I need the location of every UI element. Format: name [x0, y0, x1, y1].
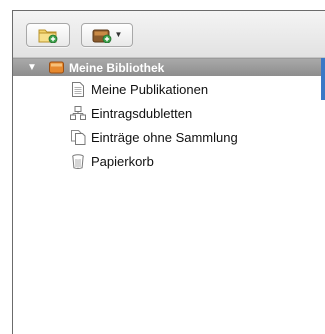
new-collection-button[interactable] [26, 23, 70, 47]
tree-item-trash[interactable]: Papierkorb [70, 152, 154, 170]
scroll-indicator [321, 58, 325, 100]
new-library-button[interactable]: ▼ [81, 23, 133, 47]
tree-item-unfiled[interactable]: Einträge ohne Sammlung [70, 128, 238, 146]
document-icon [70, 81, 86, 97]
collection-tree: ▼ Meine Bibliothek Meine Publikationen E… [13, 58, 325, 334]
duplicates-icon [70, 106, 86, 120]
tree-item-label: Meine Publikationen [91, 81, 209, 97]
new-collection-icon [38, 27, 58, 43]
collections-toolbar: ▼ [13, 11, 325, 58]
tree-item-label: Papierkorb [91, 153, 154, 169]
tree-item-label: Eintragsdubletten [91, 105, 193, 121]
library-icon [49, 61, 64, 74]
chevron-down-icon: ▼ [114, 30, 123, 39]
disclosure-triangle-icon[interactable]: ▼ [27, 62, 37, 73]
collections-pane: ▼ ▼ Meine Bibliothek Meine Publikationen [0, 0, 325, 334]
unfiled-icon [70, 129, 86, 145]
tree-item-duplicates[interactable]: Eintragsdubletten [70, 104, 192, 122]
library-label: Meine Bibliothek [69, 60, 165, 75]
tree-item-my-publications[interactable]: Meine Publikationen [70, 80, 208, 98]
tree-item-label: Einträge ohne Sammlung [91, 129, 238, 145]
trash-icon [70, 153, 86, 169]
tree-item-my-library[interactable]: ▼ Meine Bibliothek [13, 58, 321, 76]
new-library-icon [92, 27, 112, 43]
